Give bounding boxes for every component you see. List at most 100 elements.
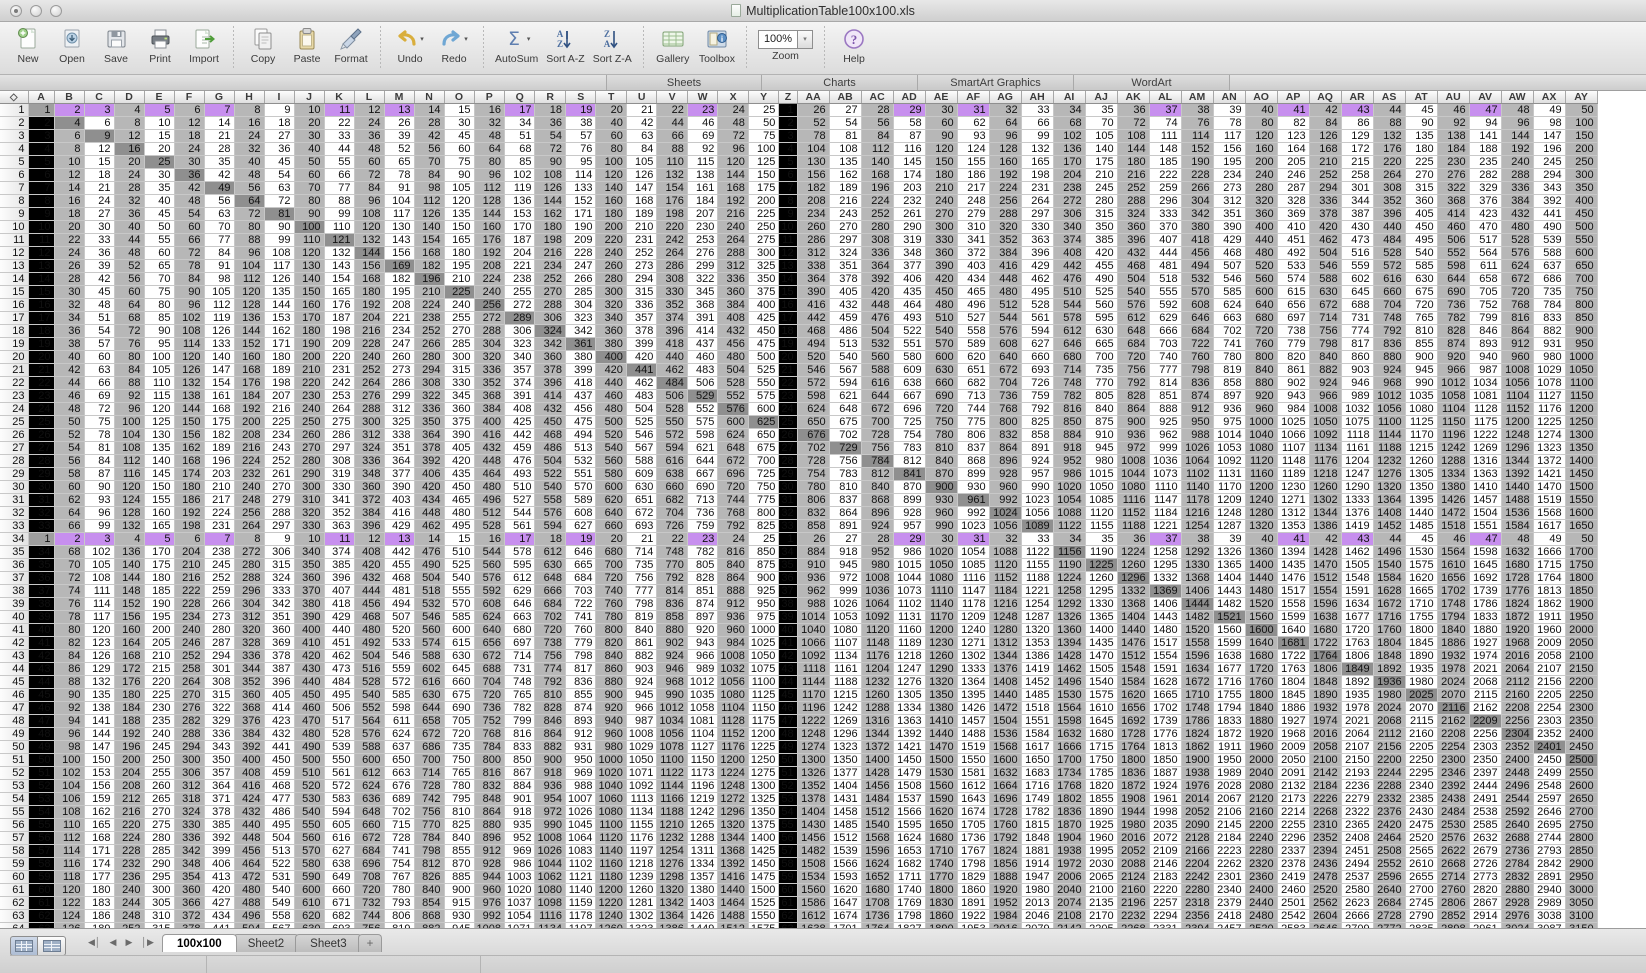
product-cell[interactable]: 1260 bbox=[861, 689, 893, 702]
product-cell[interactable]: 196 bbox=[861, 182, 893, 195]
product-cell[interactable]: 1302 bbox=[1309, 494, 1341, 507]
product-cell[interactable]: 320 bbox=[294, 507, 324, 520]
row-header-16[interactable]: 16 bbox=[0, 299, 28, 312]
product-cell[interactable]: 1325 bbox=[748, 793, 778, 806]
elements-tab-smartart-graphics[interactable]: SmartArt Graphics bbox=[918, 75, 1074, 90]
product-cell[interactable]: 728 bbox=[384, 832, 414, 845]
product-cell[interactable]: 231 bbox=[204, 520, 234, 533]
product-cell[interactable]: 96 bbox=[234, 247, 264, 260]
product-cell[interactable]: 1344 bbox=[861, 728, 893, 741]
product-cell[interactable]: 432 bbox=[474, 442, 504, 455]
product-cell[interactable]: 2016 bbox=[1117, 832, 1149, 845]
product-cell[interactable]: 810 bbox=[444, 806, 474, 819]
product-cell[interactable]: 1104 bbox=[1437, 403, 1469, 416]
product-cell[interactable]: 989 bbox=[687, 663, 717, 676]
product-cell[interactable]: 300 bbox=[144, 884, 174, 897]
product-cell[interactable]: 63 bbox=[264, 182, 294, 195]
product-cell[interactable]: 697 bbox=[1277, 312, 1309, 325]
product-cell[interactable]: 208 bbox=[114, 780, 144, 793]
product-cell[interactable]: 372 bbox=[354, 494, 384, 507]
product-cell[interactable]: 1020 bbox=[925, 546, 957, 559]
product-cell[interactable]: 1798 bbox=[893, 910, 925, 923]
product-cell[interactable]: 2640 bbox=[1501, 819, 1533, 832]
toolbar-button-save[interactable]: Save bbox=[94, 26, 138, 65]
product-cell[interactable]: 1479 bbox=[893, 767, 925, 780]
product-cell[interactable]: 675 bbox=[829, 416, 861, 429]
header-cell[interactable]: 10 bbox=[294, 104, 324, 117]
product-cell[interactable]: 370 bbox=[1149, 221, 1181, 234]
product-cell[interactable]: 50 bbox=[54, 416, 84, 429]
row-header-31[interactable]: 31 bbox=[0, 494, 28, 507]
product-cell[interactable]: 640 bbox=[596, 507, 626, 520]
product-cell[interactable]: 104 bbox=[384, 195, 414, 208]
product-cell[interactable]: 95 bbox=[565, 156, 595, 169]
product-cell[interactable]: 693 bbox=[626, 520, 656, 533]
product-cell[interactable]: 783 bbox=[893, 442, 925, 455]
product-cell[interactable]: 210 bbox=[626, 221, 656, 234]
product-cell[interactable]: 444 bbox=[1149, 247, 1181, 260]
product-cell[interactable]: 1260 bbox=[1117, 559, 1149, 572]
product-cell[interactable]: 192 bbox=[174, 507, 204, 520]
product-cell[interactable]: 360 bbox=[718, 286, 748, 299]
product-cell[interactable]: 90 bbox=[294, 208, 324, 221]
product-cell[interactable]: 1862 bbox=[1533, 598, 1565, 611]
column-header-O[interactable]: O bbox=[444, 91, 474, 104]
product-cell[interactable]: 1008 bbox=[1309, 403, 1341, 416]
product-cell[interactable]: 1680 bbox=[1501, 559, 1533, 572]
product-cell[interactable]: 2400 bbox=[1245, 884, 1277, 897]
product-cell[interactable]: 140 bbox=[596, 182, 626, 195]
product-cell[interactable]: 1248 bbox=[797, 728, 829, 741]
product-cell[interactable]: 540 bbox=[444, 572, 474, 585]
product-cell[interactable]: 2700 bbox=[1565, 806, 1597, 819]
product-cell[interactable]: 140 bbox=[861, 156, 893, 169]
product-cell[interactable]: 368 bbox=[687, 299, 717, 312]
product-cell[interactable]: 462 bbox=[414, 520, 444, 533]
product-cell[interactable]: 555 bbox=[1149, 286, 1181, 299]
product-cell[interactable]: 660 bbox=[354, 819, 384, 832]
product-cell[interactable]: 2420 bbox=[1373, 819, 1405, 832]
product-cell[interactable]: 280 bbox=[861, 221, 893, 234]
product-cell[interactable]: 504 bbox=[861, 325, 893, 338]
row-label-cell[interactable]: 37 bbox=[779, 585, 797, 598]
product-cell[interactable]: 1440 bbox=[718, 884, 748, 897]
product-cell[interactable]: 56 bbox=[114, 273, 144, 286]
product-cell[interactable]: 672 bbox=[989, 364, 1021, 377]
product-cell[interactable]: 407 bbox=[1149, 234, 1181, 247]
product-cell[interactable]: 280 bbox=[1085, 195, 1117, 208]
product-cell[interactable]: 308 bbox=[657, 273, 687, 286]
product-cell[interactable]: 250 bbox=[748, 221, 778, 234]
product-cell[interactable]: 817 bbox=[1341, 338, 1373, 351]
product-cell[interactable]: 1372 bbox=[861, 741, 893, 754]
product-cell[interactable]: 1376 bbox=[989, 663, 1021, 676]
product-cell[interactable]: 902 bbox=[657, 637, 687, 650]
product-cell[interactable]: 280 bbox=[294, 455, 324, 468]
product-cell[interactable]: 162 bbox=[535, 208, 565, 221]
product-cell[interactable]: 1591 bbox=[1341, 585, 1373, 598]
product-cell[interactable]: 154 bbox=[204, 377, 234, 390]
product-cell[interactable]: 2196 bbox=[1117, 897, 1149, 910]
product-cell[interactable]: 1144 bbox=[1373, 429, 1405, 442]
product-cell[interactable]: 1520 bbox=[1181, 624, 1213, 637]
product-cell[interactable]: 18 bbox=[264, 117, 294, 130]
product-cell[interactable]: 207 bbox=[264, 390, 294, 403]
product-cell[interactable]: 200 bbox=[144, 624, 174, 637]
product-cell[interactable]: 384 bbox=[234, 728, 264, 741]
product-cell[interactable]: 504 bbox=[264, 832, 294, 845]
product-cell[interactable]: 162 bbox=[84, 806, 114, 819]
product-cell[interactable]: 1472 bbox=[1437, 507, 1469, 520]
product-cell[interactable]: 560 bbox=[596, 455, 626, 468]
product-cell[interactable]: 495 bbox=[264, 819, 294, 832]
product-cell[interactable]: 264 bbox=[324, 403, 354, 416]
product-cell[interactable]: 80 bbox=[54, 624, 84, 637]
product-cell[interactable]: 84 bbox=[174, 273, 204, 286]
product-cell[interactable]: 352 bbox=[474, 377, 504, 390]
product-cell[interactable]: 854 bbox=[414, 897, 444, 910]
product-cell[interactable]: 1820 bbox=[1085, 780, 1117, 793]
product-cell[interactable]: 437 bbox=[687, 338, 717, 351]
product-cell[interactable]: 1596 bbox=[1309, 598, 1341, 611]
product-cell[interactable]: 1156 bbox=[1053, 546, 1085, 559]
product-cell[interactable]: 2170 bbox=[1085, 910, 1117, 923]
product-cell[interactable]: 343 bbox=[1533, 182, 1565, 195]
product-cell[interactable]: 1000 bbox=[1245, 416, 1277, 429]
product-cell[interactable]: 2736 bbox=[1501, 845, 1533, 858]
